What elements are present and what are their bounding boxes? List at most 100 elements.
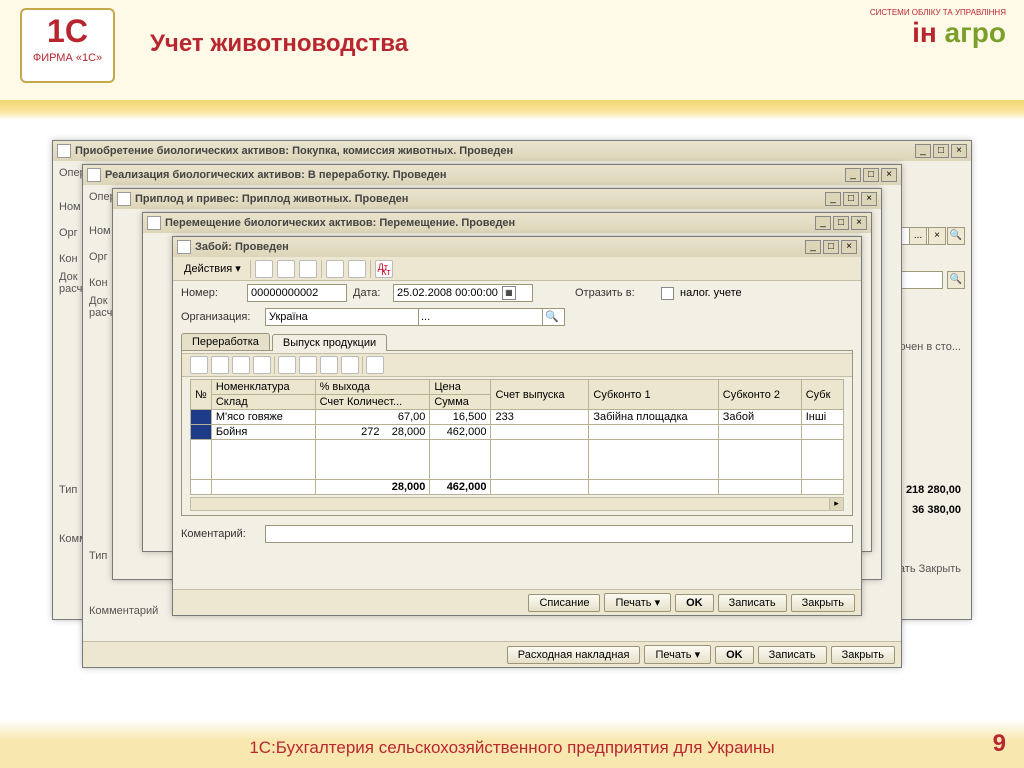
ok-button[interactable]: OK xyxy=(675,594,714,612)
search-button[interactable]: 🔍 xyxy=(947,227,965,245)
maximize-button[interactable]: □ xyxy=(863,168,879,182)
tax-checkbox[interactable] xyxy=(661,287,674,300)
tab-vypusk[interactable]: Выпуск продукции xyxy=(272,334,387,351)
label-tax: налог. учете xyxy=(680,287,742,299)
maximize-button[interactable]: □ xyxy=(933,144,949,158)
minimize-button[interactable]: _ xyxy=(815,216,831,230)
col-sklad[interactable]: Склад xyxy=(211,395,315,410)
minimize-button[interactable]: _ xyxy=(805,240,821,254)
ghost-label: Ном xyxy=(89,225,111,237)
grid-sort2-icon[interactable] xyxy=(341,356,359,374)
col-sk3[interactable]: Субк xyxy=(801,380,843,410)
grid-sort-icon[interactable] xyxy=(320,356,338,374)
minimize-button[interactable]: _ xyxy=(825,192,841,206)
button-bar: Расходная накладная Печать ▾ OK Записать… xyxy=(83,641,901,667)
col-number[interactable]: № xyxy=(191,380,212,410)
number-input[interactable]: 00000000002 xyxy=(247,284,347,302)
col-acct[interactable]: Счет выпуска xyxy=(491,380,589,410)
maximize-button[interactable]: □ xyxy=(833,216,849,230)
logo-1c: 1С ФИРМА «1С» xyxy=(20,8,115,83)
write-button[interactable]: Записать xyxy=(758,646,827,664)
minimize-button[interactable]: _ xyxy=(845,168,861,182)
col-nomen[interactable]: Номенклатура xyxy=(211,380,315,395)
footer-text: 1С:Бухгалтерия сельскохозяйственного пре… xyxy=(0,738,1024,758)
col-price[interactable]: Цена xyxy=(430,380,491,395)
print-button[interactable]: Печать ▾ xyxy=(644,645,711,664)
toolbar-icon[interactable] xyxy=(255,260,273,278)
total-sum: 462,000 xyxy=(430,480,491,495)
window-title: Реализация биологических активов: В пере… xyxy=(105,169,845,181)
col-sk1[interactable]: Субконто 1 xyxy=(589,380,718,410)
ghost-label: Док xyxy=(59,271,78,283)
close-button[interactable]: × xyxy=(951,144,967,158)
grid-edit-icon[interactable] xyxy=(232,356,250,374)
close-button[interactable]: × xyxy=(841,240,857,254)
grid-del-icon[interactable] xyxy=(253,356,271,374)
main-toolbar: Действия ДтКт xyxy=(173,257,861,281)
window-title: Приобретение биологических активов: Поку… xyxy=(75,145,915,157)
close-button[interactable]: Закрыть xyxy=(791,594,855,612)
ok-button[interactable]: OK xyxy=(715,646,754,664)
toolbar-icon[interactable]: ДтКт xyxy=(375,260,393,278)
actions-menu[interactable]: Действия xyxy=(179,260,246,277)
label-org: Организация: xyxy=(181,311,259,323)
calendar-icon[interactable]: ▦ xyxy=(502,286,516,300)
col-sum[interactable]: Сумма xyxy=(430,395,491,410)
toolbar-icon[interactable] xyxy=(277,260,295,278)
invoice-button[interactable]: Расходная накладная xyxy=(507,646,641,664)
tab-pererabotka[interactable]: Переработка xyxy=(181,333,270,350)
table-row[interactable]: Бойня 272 28,000 462,000 xyxy=(191,425,844,440)
close-button[interactable]: × xyxy=(851,216,867,230)
close-button[interactable]: × xyxy=(861,192,877,206)
ghost-label: расч xyxy=(89,307,112,319)
spisanie-button[interactable]: Списание xyxy=(528,594,600,612)
scroll-right[interactable]: ▸ xyxy=(829,498,843,510)
grid-down-icon[interactable] xyxy=(299,356,317,374)
products-grid[interactable]: № Номенклатура % выхода Цена Счет выпуск… xyxy=(190,379,844,495)
ghost-label: Орг xyxy=(59,227,78,239)
window-title: Перемещение биологических активов: Перем… xyxy=(165,217,815,229)
toolbar-icon[interactable] xyxy=(299,260,317,278)
label-date: Дата: xyxy=(353,287,387,299)
ghost-label: Ном xyxy=(59,201,81,213)
toolbar-icon[interactable] xyxy=(348,260,366,278)
ghost-label: Тип xyxy=(59,484,77,496)
grid-up-icon[interactable] xyxy=(278,356,296,374)
doc-icon xyxy=(87,168,101,182)
doc-icon xyxy=(147,216,161,230)
grid-add-icon[interactable] xyxy=(190,356,208,374)
org-input[interactable]: Україна...🔍 xyxy=(265,308,565,326)
clear-button[interactable]: × xyxy=(928,227,946,245)
grid-fill-icon[interactable] xyxy=(366,356,384,374)
doc-icon xyxy=(177,240,191,254)
grid-toolbar xyxy=(182,353,852,377)
col-pct[interactable]: % выхода xyxy=(315,380,430,395)
search-button[interactable]: 🔍 xyxy=(542,309,561,325)
table-row[interactable] xyxy=(191,440,844,480)
doc-icon xyxy=(57,144,71,158)
table-row[interactable]: М'ясо говяже 67,00 16,500 233 Забійна пл… xyxy=(191,410,844,425)
date-input[interactable]: 25.02.2008 00:00:00▦ xyxy=(393,284,533,302)
ghost-label: Комментарий xyxy=(89,605,158,617)
ellipsis-button[interactable]: ... xyxy=(418,309,432,325)
col-sk2[interactable]: Субконто 2 xyxy=(718,380,801,410)
toolbar-icon[interactable] xyxy=(326,260,344,278)
minimize-button[interactable]: _ xyxy=(915,144,931,158)
label-comment: Коментарий: xyxy=(181,528,259,540)
close-button[interactable]: Закрыть xyxy=(831,646,895,664)
write-button[interactable]: Записать xyxy=(718,594,787,612)
search-button[interactable]: 🔍 xyxy=(947,271,965,289)
comment-input[interactable] xyxy=(265,525,853,543)
ellipsis-button[interactable]: ... xyxy=(909,227,927,245)
maximize-button[interactable]: □ xyxy=(843,192,859,206)
doc-icon xyxy=(117,192,131,206)
print-button[interactable]: Печать ▾ xyxy=(604,593,671,612)
maximize-button[interactable]: □ xyxy=(823,240,839,254)
close-button[interactable]: × xyxy=(881,168,897,182)
ghost-label: Док xyxy=(89,295,108,307)
slide-title: Учет животноводства xyxy=(150,30,408,58)
ghost-label: Орг xyxy=(89,251,108,263)
ghost-label: расч xyxy=(59,283,82,295)
grid-add2-icon[interactable] xyxy=(211,356,229,374)
total-qty: 28,000 xyxy=(315,480,430,495)
